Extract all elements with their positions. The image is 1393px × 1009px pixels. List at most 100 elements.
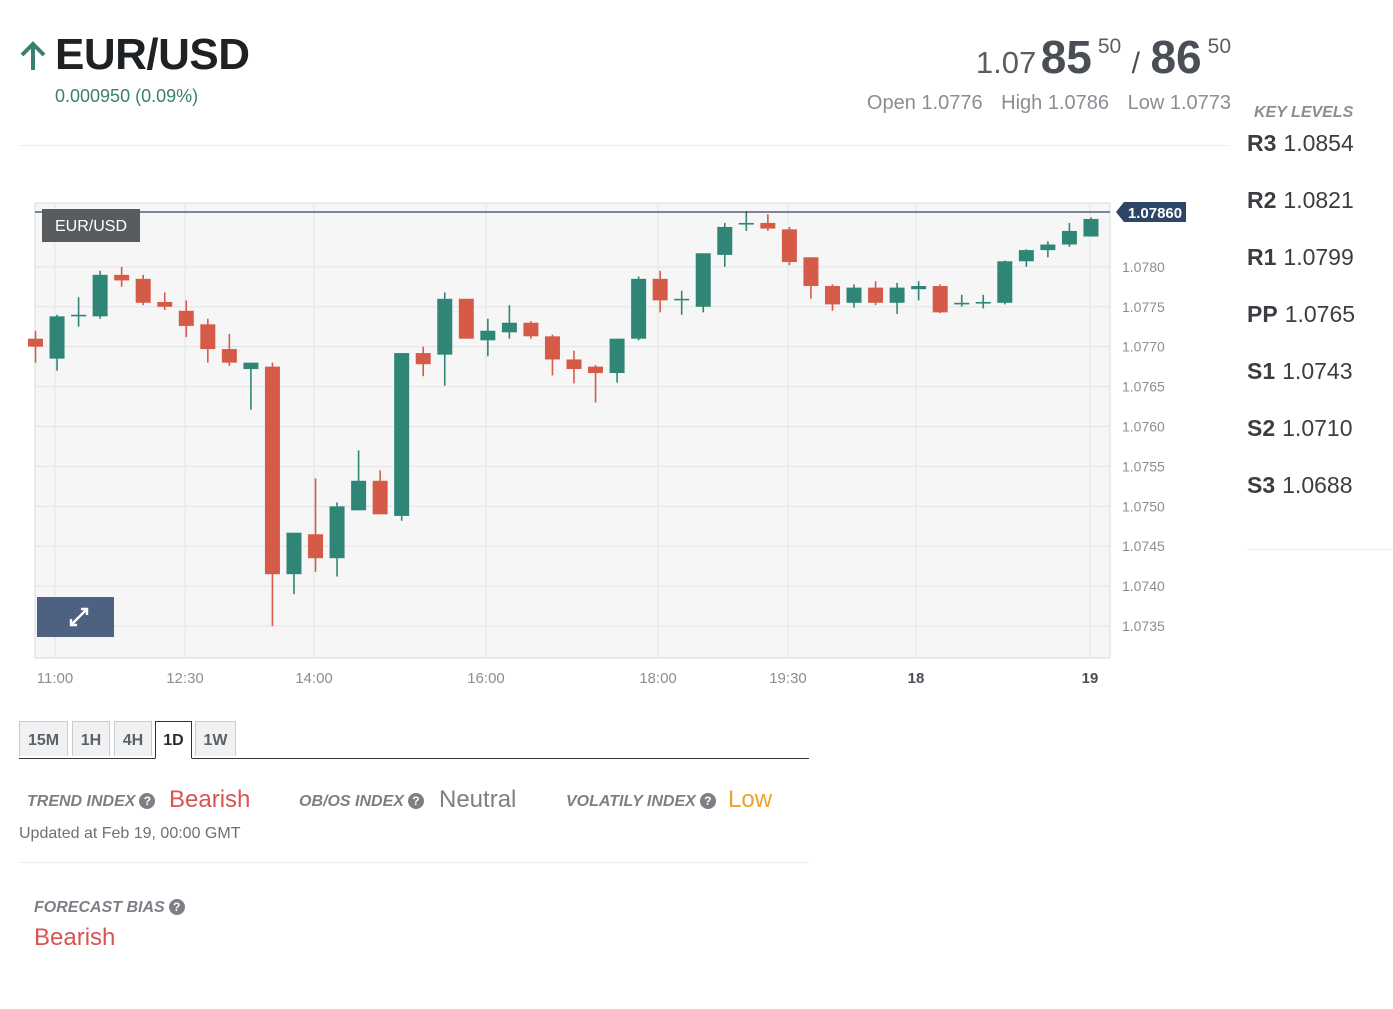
candle-body xyxy=(415,353,431,365)
x-tick-label: 18 xyxy=(908,670,925,687)
key-level-name: R1 xyxy=(1247,244,1277,270)
candle-body xyxy=(932,286,948,313)
y-tick-label: 1.0735 xyxy=(1122,618,1165,634)
candle-body xyxy=(92,274,108,317)
quote-separator: / xyxy=(1131,47,1141,80)
candle-body xyxy=(329,506,345,559)
candle-body xyxy=(351,480,367,511)
candle-body xyxy=(71,314,87,317)
candle-body xyxy=(846,287,862,303)
open-value: Open 1.0776 xyxy=(866,92,983,114)
trend-index-text: TREND INDEX xyxy=(27,793,136,810)
candle-body xyxy=(1040,244,1056,251)
candle-body xyxy=(997,261,1013,303)
symbol-title: EUR/USD xyxy=(55,30,250,79)
key-levels-title: KEY LEVELS xyxy=(1254,104,1354,121)
tab-1w[interactable]: 1W xyxy=(195,721,236,756)
indices-divider xyxy=(19,862,809,863)
candle-body xyxy=(49,316,65,359)
tab-15m[interactable]: 15M xyxy=(19,721,68,756)
candle-body xyxy=(1018,250,1034,262)
volatility-index-value: Low xyxy=(728,786,773,813)
key-level-s2: S2 1.0710 xyxy=(1247,415,1353,442)
help-icon[interactable]: ? xyxy=(139,793,156,809)
candle-body xyxy=(308,534,324,559)
candle-body xyxy=(803,257,819,287)
candle-body xyxy=(889,287,905,303)
candle-body xyxy=(544,336,560,360)
candle-body xyxy=(566,359,582,370)
candle-body xyxy=(200,324,216,350)
candle-body xyxy=(264,366,280,575)
candle-body xyxy=(781,229,797,263)
candle-body xyxy=(28,338,43,347)
candle-body xyxy=(480,330,496,341)
x-tick-label: 19 xyxy=(1082,670,1099,687)
forecast-bias-text: FORECAST BIAS xyxy=(34,899,165,916)
key-level-s3: S3 1.0688 xyxy=(1247,472,1353,499)
y-tick-label: 1.0750 xyxy=(1122,498,1165,514)
price-change: 0.000950 (0.09%) xyxy=(55,86,199,106)
key-levels-divider xyxy=(1247,549,1393,550)
obos-index-label: OB/OS INDEX? xyxy=(299,793,424,811)
candle-body xyxy=(523,322,539,337)
x-tick-label: 19:30 xyxy=(769,670,807,687)
candle-body xyxy=(868,287,884,303)
help-icon[interactable]: ? xyxy=(407,793,424,809)
forecast-bias-label: FORECAST BIAS? xyxy=(34,899,185,917)
high-value: High 1.0786 xyxy=(1001,92,1110,114)
x-tick-label: 11:00 xyxy=(37,670,73,687)
x-tick-label: 12:30 xyxy=(166,670,204,687)
candle-body xyxy=(1061,230,1077,245)
obos-index-text: OB/OS INDEX xyxy=(299,793,404,810)
arrow-up-icon xyxy=(20,41,46,70)
candle-body xyxy=(674,298,690,301)
y-tick-label: 1.0775 xyxy=(1122,299,1165,315)
candle-body xyxy=(717,226,733,255)
candle-body xyxy=(652,278,668,301)
tab-1h[interactable]: 1H xyxy=(72,721,110,756)
candlestick-chart[interactable]: 1.0780 1.0775 1.0770 1.0765 1.0760 1.0755 1.07… xyxy=(0,196,1200,696)
key-level-value: 1.0799 xyxy=(1283,244,1354,270)
candle-body xyxy=(501,322,517,333)
tab-4h[interactable]: 4H xyxy=(114,721,152,756)
bid-big-figure: 85 xyxy=(1040,31,1092,83)
ask-big-figure: 86 xyxy=(1150,31,1202,83)
candle-body xyxy=(631,278,647,339)
help-icon[interactable]: ? xyxy=(699,793,716,809)
expand-button[interactable] xyxy=(37,597,114,637)
key-level-value: 1.0821 xyxy=(1283,187,1354,213)
key-level-s1: S1 1.0743 xyxy=(1247,358,1353,385)
key-level-name: S2 xyxy=(1247,415,1276,441)
timeframe-tabs: 15M 1H 4H 1D 1W xyxy=(19,721,809,759)
key-level-name: S1 xyxy=(1247,358,1276,384)
updated-timestamp: Updated at Feb 19, 00:00 GMT xyxy=(19,825,241,842)
header-divider xyxy=(18,145,1230,146)
candle-body xyxy=(1083,218,1099,237)
bid-ask-quote: 1.07 85 50 / 86 50 xyxy=(976,30,1231,84)
y-tick-label: 1.0760 xyxy=(1122,419,1165,435)
x-tick-label: 16:00 xyxy=(467,670,505,687)
tab-1d[interactable]: 1D xyxy=(155,721,192,759)
x-tick-label: 14:00 xyxy=(295,670,333,687)
forecast-bias-value: Bearish xyxy=(34,924,116,951)
plot-area xyxy=(34,202,1111,659)
y-tick-label: 1.0745 xyxy=(1122,538,1165,554)
y-tick-label: 1.0755 xyxy=(1122,458,1165,474)
key-level-name: R2 xyxy=(1247,187,1277,213)
candle-body xyxy=(178,310,194,326)
candle-body xyxy=(114,274,130,281)
candle-body xyxy=(588,366,604,374)
help-icon[interactable]: ? xyxy=(168,899,185,915)
trend-index-value: Bearish xyxy=(169,786,251,813)
candle-body xyxy=(954,302,970,305)
candle-body xyxy=(975,301,991,304)
key-level-value: 1.0688 xyxy=(1282,472,1353,498)
candle-body xyxy=(911,286,927,290)
candle-body xyxy=(135,278,151,303)
key-level-name: S3 xyxy=(1247,472,1276,498)
key-level-value: 1.0743 xyxy=(1282,358,1353,384)
low-value: Low 1.0773 xyxy=(1127,92,1231,114)
candle-body xyxy=(458,298,474,339)
candle-body xyxy=(437,298,453,355)
